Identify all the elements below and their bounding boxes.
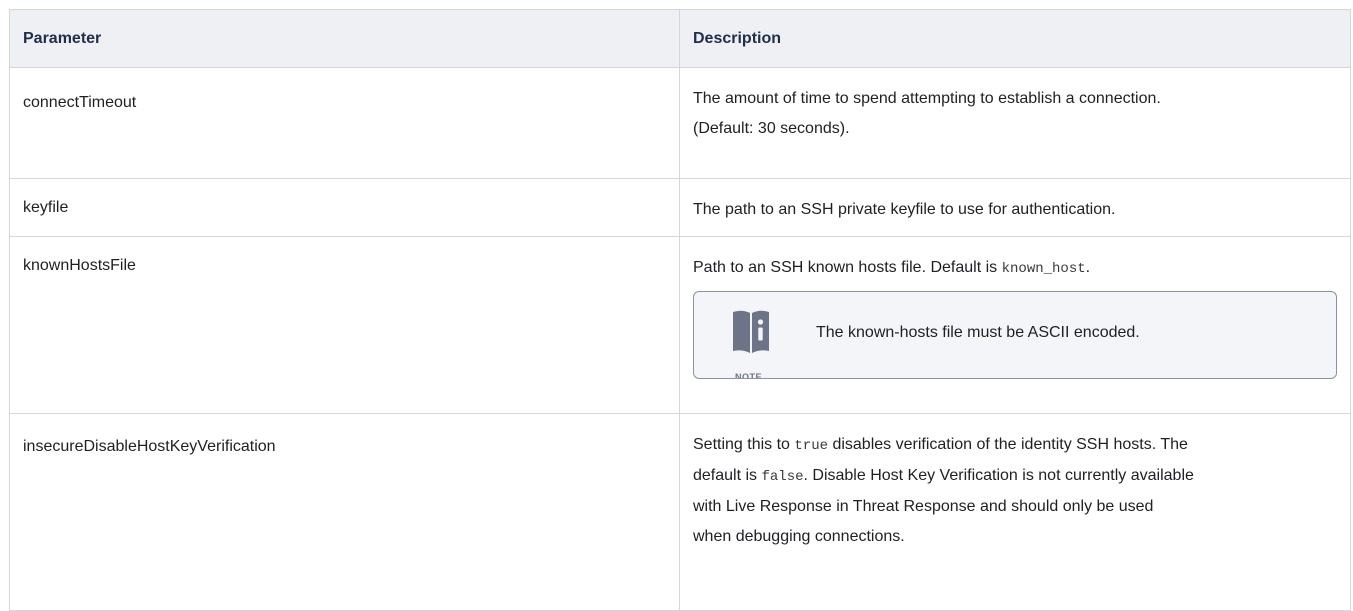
parameter-description: Setting this to true disables verificati… — [679, 413, 1351, 611]
parameter-name: insecureDisableHostKeyVerification — [9, 413, 680, 611]
table-row: knownHostsFile Path to an SSH known host… — [9, 236, 1351, 414]
table-header-row: Parameter Description — [9, 9, 1351, 68]
inline-code: true — [794, 438, 828, 454]
inline-code: known_host — [1001, 261, 1086, 277]
description-text: when debugging connections. — [693, 528, 905, 545]
description-text-segment: Path to an SSH known hosts file. Default… — [693, 259, 1002, 276]
table-row: keyfile The path to an SSH private keyfi… — [9, 178, 1351, 237]
book-info-icon — [733, 310, 769, 353]
parameter-name: keyfile — [9, 178, 680, 237]
note-text: The known-hosts file must be ASCII encod… — [816, 324, 1140, 341]
parameters-table: Parameter Description connectTimeout The… — [9, 9, 1351, 611]
description-text-segment: Setting this to — [693, 436, 795, 453]
description-text: (Default: 30 seconds). — [693, 120, 850, 137]
description-column-header: Description — [679, 9, 1351, 68]
parameter-name: connectTimeout — [9, 67, 680, 179]
description-text-segment: . — [1085, 259, 1091, 276]
parameter-name: knownHostsFile — [9, 236, 680, 414]
parameter-description: The amount of time to spend attempting t… — [679, 67, 1351, 179]
description-text: default is false. Disable Host Key Verif… — [693, 461, 1337, 492]
description-text: Path to an SSH known hosts file. Default… — [693, 253, 1337, 284]
table-row: insecureDisableHostKeyVerification Setti… — [9, 413, 1351, 611]
description-text: The amount of time to spend attempting t… — [693, 90, 1161, 107]
description-text: The path to an SSH private keyfile to us… — [693, 201, 1116, 218]
description-text: with Live Response in Threat Response an… — [693, 498, 1154, 515]
note-callout: NOTE The known-hosts file must be ASCII … — [693, 291, 1337, 379]
description-text-segment: default is — [693, 467, 762, 484]
description-text: Setting this to true disables verificati… — [693, 430, 1337, 461]
parameter-description: The path to an SSH private keyfile to us… — [679, 178, 1351, 237]
description-text-segment: . Disable Host Key Verification is not c… — [803, 467, 1194, 484]
description-text-segment: disables verification of the identity SS… — [828, 436, 1188, 453]
parameter-description: Path to an SSH known hosts file. Default… — [679, 236, 1351, 414]
note-label: NOTE — [735, 372, 763, 379]
inline-code: false — [761, 469, 804, 485]
parameter-column-header: Parameter — [9, 9, 680, 68]
table-row: connectTimeout The amount of time to spe… — [9, 67, 1351, 179]
